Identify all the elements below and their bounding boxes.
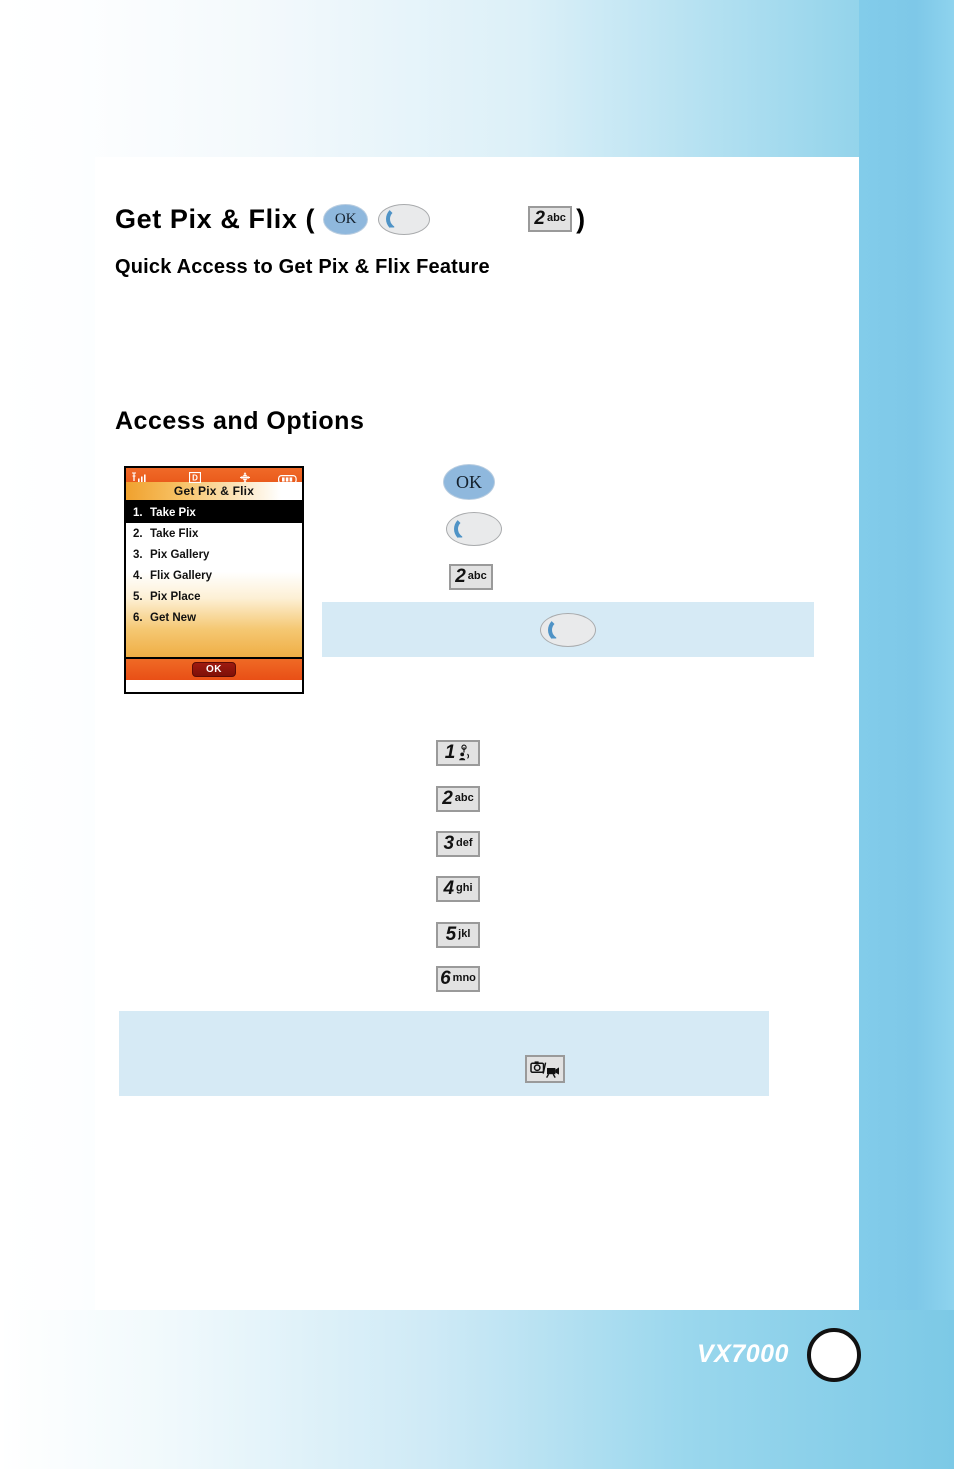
footer-page-number xyxy=(807,1328,861,1382)
page-title: Get Pix & Flix ( xyxy=(115,203,316,234)
key-2-digit: 2 xyxy=(455,566,466,587)
key-5-list[interactable]: 5 jkl xyxy=(436,922,480,948)
key-6-list[interactable]: 6 mno xyxy=(436,966,480,992)
page-background-bottom-band xyxy=(0,1310,954,1469)
page-title-close-paren: ) xyxy=(576,203,586,234)
menu-item-label: Take Pix xyxy=(150,506,196,519)
note-box-camera-key xyxy=(119,1011,769,1096)
key-2-step[interactable]: 2 abc xyxy=(449,564,493,590)
page-subtitle: Quick Access to Get Pix & Flix Feature xyxy=(115,256,490,278)
key-4-list[interactable]: 4 ghi xyxy=(436,876,480,902)
key-4-digit: 4 xyxy=(443,878,455,899)
softkey-ok-button[interactable]: OK xyxy=(192,662,236,677)
menu-item-label: Take Flix xyxy=(150,527,199,540)
phone-screen-mock: D Get Pix & Flix 1. Take Pix 2. Take Fli… xyxy=(124,466,304,694)
key-5-letters: jkl xyxy=(458,927,471,940)
section-heading: Access and Options xyxy=(115,407,365,435)
menu-item-pix-gallery[interactable]: 3. Pix Gallery xyxy=(126,544,302,565)
key-3-digit: 3 xyxy=(443,833,455,854)
menu-item-flix-gallery[interactable]: 4. Flix Gallery xyxy=(126,565,302,586)
footer-model-name: VX7000 xyxy=(697,1340,789,1368)
menu-item-label: Pix Gallery xyxy=(150,548,210,561)
key-1-digit: 1 xyxy=(444,742,456,763)
battery-full-icon xyxy=(278,471,299,489)
key-6-letters: mno xyxy=(452,971,476,984)
side-key-note[interactable] xyxy=(540,612,596,647)
menu-item-index: 1. xyxy=(133,506,143,519)
key-2-digit: 2 xyxy=(442,788,453,809)
side-key-inline[interactable] xyxy=(378,203,431,235)
ok-key-step[interactable]: OK xyxy=(443,464,495,500)
phone-softkey-bar: OK xyxy=(126,657,302,680)
menu-item-label: Pix Place xyxy=(150,590,201,603)
menu-item-label: Flix Gallery xyxy=(150,569,213,582)
page-background-right-band xyxy=(859,0,954,1469)
menu-item-get-new[interactable]: 6. Get New xyxy=(126,607,302,628)
signal-bars-icon xyxy=(131,470,153,488)
phone-status-bar: D xyxy=(126,468,302,485)
key-3-list[interactable]: 3 def xyxy=(436,831,480,857)
menu-item-index: 5. xyxy=(133,590,143,603)
key-5-digit: 5 xyxy=(445,924,457,945)
menu-item-index: 4. xyxy=(133,569,143,582)
menu-item-index: 2. xyxy=(133,527,143,540)
ok-key-inline[interactable]: OK xyxy=(323,203,369,235)
menu-item-take-pix[interactable]: 1. Take Pix xyxy=(126,502,302,523)
menu-item-pix-place[interactable]: 5. Pix Place xyxy=(126,586,302,607)
note-box-side-key xyxy=(322,602,814,657)
key-1-step[interactable]: 1 xyxy=(436,740,480,766)
menu-item-index: 6. xyxy=(133,611,143,624)
key-2-letters: abc xyxy=(467,569,487,582)
menu-item-take-flix[interactable]: 2. Take Flix xyxy=(126,523,302,544)
side-key-step[interactable] xyxy=(446,512,502,546)
camera-camcorder-key[interactable] xyxy=(525,1055,565,1083)
key-4-letters: ghi xyxy=(456,881,473,894)
key-2-list[interactable]: 2 abc xyxy=(436,786,480,812)
menu-item-label: Get New xyxy=(150,611,197,624)
digital-mode-icon: D xyxy=(188,470,202,488)
key-2-letters: abc xyxy=(454,791,474,804)
key-6-digit: 6 xyxy=(440,968,451,989)
key-2-inline[interactable]: 2 abc xyxy=(528,206,573,232)
key-3-letters: def xyxy=(456,836,473,849)
location-crosshair-icon xyxy=(239,470,251,488)
key-2-digit: 2 xyxy=(534,208,545,229)
content-panel xyxy=(95,157,859,1310)
menu-item-index: 3. xyxy=(133,548,143,561)
voicemail-icon xyxy=(457,744,471,762)
key-2-letters: abc xyxy=(546,211,566,224)
svg-text:D: D xyxy=(192,473,198,482)
phone-menu-list: 1. Take Pix 2. Take Flix 3. Pix Gallery … xyxy=(126,502,302,657)
page-title-row: Get Pix & Flix ( OK 2 abc ) xyxy=(115,198,589,240)
